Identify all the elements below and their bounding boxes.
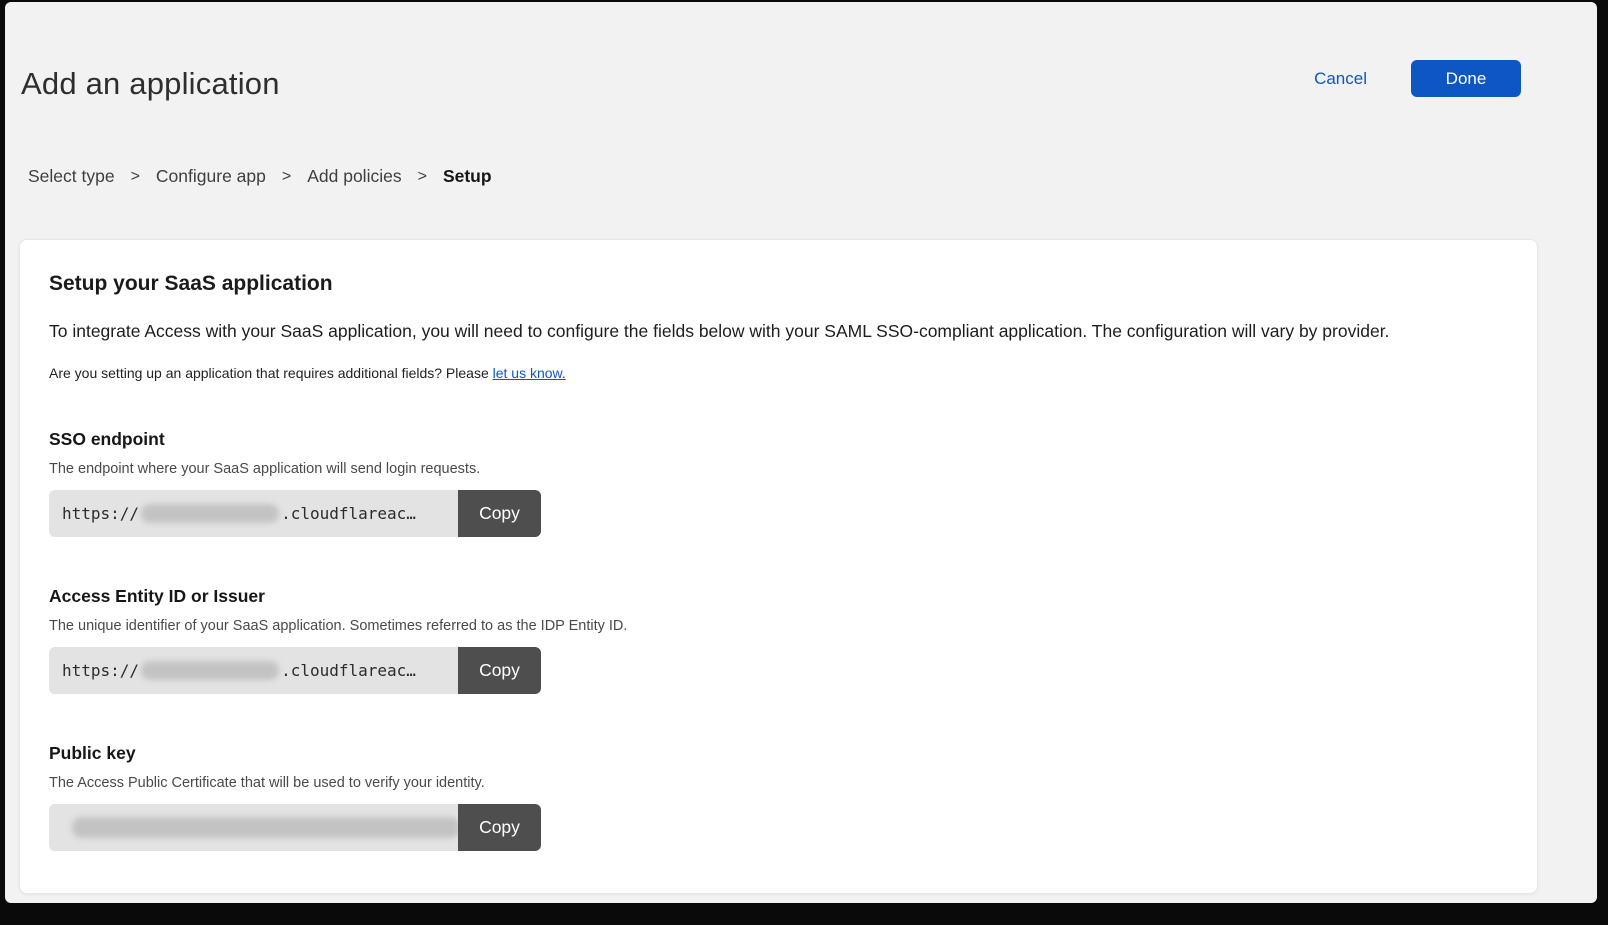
cancel-button[interactable]: Cancel [1314, 69, 1367, 89]
sso-endpoint-value: https:// .cloudflareac… [49, 490, 458, 537]
field-description: The unique identifier of your SaaS appli… [49, 618, 1508, 634]
copy-button[interactable]: Copy [458, 804, 541, 851]
card-note: Are you setting up an application that r… [49, 365, 1508, 381]
window: Add an application Cancel Done Select ty… [5, 2, 1597, 903]
value-suffix: .cloudflareac… [281, 661, 416, 680]
breadcrumb-separator: > [418, 168, 427, 186]
field-label: SSO endpoint [49, 429, 1508, 450]
page-title: Add an application [21, 66, 280, 102]
copy-button[interactable]: Copy [458, 490, 541, 537]
field-description: The endpoint where your SaaS application… [49, 461, 1508, 477]
field-label: Public key [49, 743, 1508, 764]
redacted-value [141, 504, 279, 523]
access-entity-id-value: https:// .cloudflareac… [49, 647, 458, 694]
field-description: The Access Public Certificate that will … [49, 775, 1508, 791]
breadcrumb-step-add-policies: Add policies [307, 166, 401, 187]
access-entity-id-value-row: https:// .cloudflareac… Copy [49, 647, 541, 694]
card-intro: To integrate Access with your SaaS appli… [49, 321, 1508, 342]
breadcrumb-step-select-type: Select type [28, 166, 115, 187]
field-access-entity-id: Access Entity ID or Issuer The unique id… [49, 586, 1508, 694]
sso-endpoint-value-row: https:// .cloudflareac… Copy [49, 490, 541, 537]
setup-card: Setup your SaaS application To integrate… [19, 239, 1538, 894]
public-key-value-row: Copy [49, 804, 541, 851]
breadcrumb-separator: > [282, 168, 291, 186]
done-button[interactable]: Done [1411, 60, 1521, 97]
header-actions: Cancel Done [1314, 60, 1521, 97]
card-note-text: Are you setting up an application that r… [49, 365, 493, 381]
let-us-know-link[interactable]: let us know. [493, 365, 566, 381]
redacted-value [72, 817, 458, 838]
value-suffix: .cloudflareac… [281, 504, 416, 523]
field-public-key: Public key The Access Public Certificate… [49, 743, 1508, 851]
field-label: Access Entity ID or Issuer [49, 586, 1508, 607]
value-prefix: https:// [62, 504, 139, 523]
public-key-value [49, 804, 458, 851]
field-sso-endpoint: SSO endpoint The endpoint where your Saa… [49, 429, 1508, 537]
breadcrumb-step-setup: Setup [443, 166, 492, 187]
breadcrumb: Select type > Configure app > Add polici… [28, 166, 492, 187]
value-prefix: https:// [62, 661, 139, 680]
redacted-value [141, 661, 279, 680]
card-heading: Setup your SaaS application [49, 272, 1508, 296]
copy-button[interactable]: Copy [458, 647, 541, 694]
breadcrumb-step-configure-app: Configure app [156, 166, 266, 187]
breadcrumb-separator: > [131, 168, 140, 186]
